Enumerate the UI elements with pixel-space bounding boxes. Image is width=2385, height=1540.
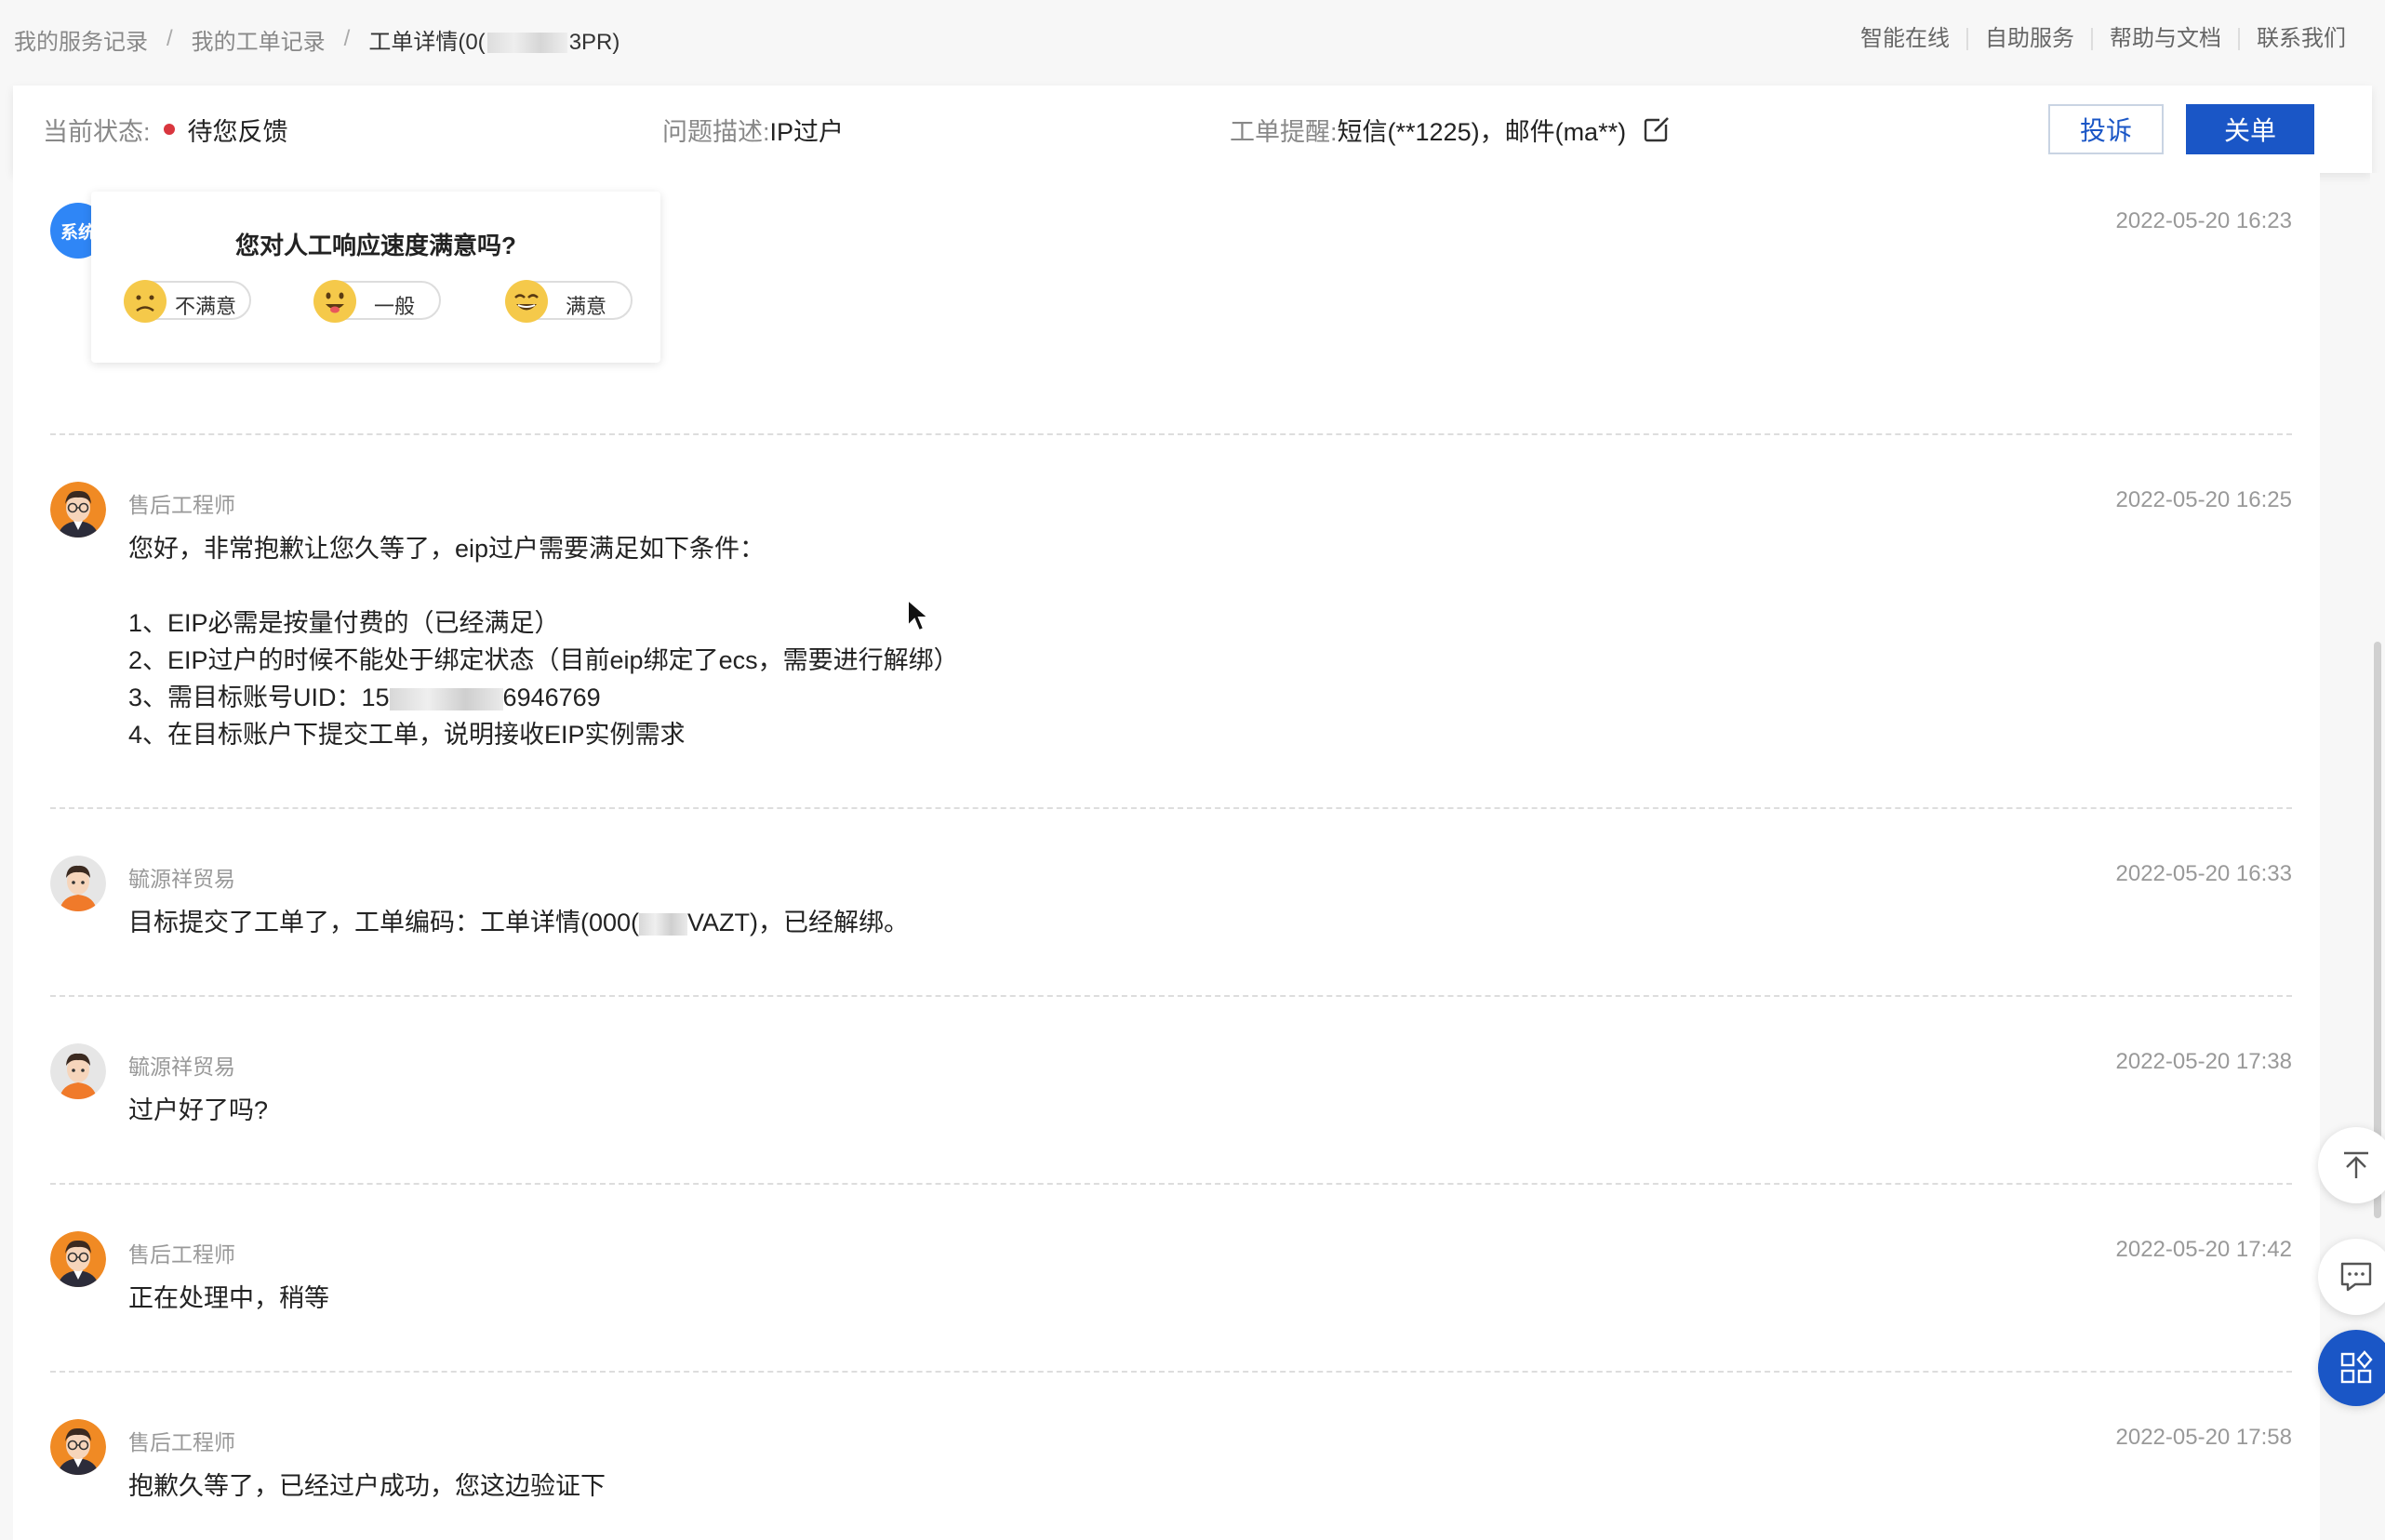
redacted-block (486, 33, 567, 54)
engineer-avatar (50, 1419, 106, 1475)
rating-label: 不满意 (175, 295, 237, 318)
message-text: 正在处理中，稍等 (128, 1284, 329, 1312)
message-text: 过户好了吗? (128, 1096, 269, 1124)
smile-face-icon (505, 280, 548, 323)
message-divider (50, 995, 2292, 997)
rating-neutral[interactable]: 一般 (313, 280, 441, 323)
ticket-status-bar: 当前状态: 待您反馈 问题描述: IP过户 工单提醒: 短信(**1225)，邮… (13, 86, 2372, 173)
message-divider (50, 807, 2292, 809)
message-engineer-3: 售后工程师 2022-05-20 17:58 抱歉久等了，已经过户成功，您这边验… (50, 1419, 2292, 1521)
survey-question: 您对人工响应速度满意吗? (235, 232, 516, 259)
redacted-block (389, 687, 503, 710)
message-customer-1: 毓源祥贸易 2022-05-20 16:33 目标提交了工单了，工单编码：工单详… (50, 856, 2292, 958)
breadcrumb-ticket-records[interactable]: 我的工单记录 (192, 23, 326, 56)
engineer-avatar (50, 482, 106, 538)
tongue-face-icon (313, 280, 356, 323)
message-time: 2022-05-20 16:25 (2115, 487, 2293, 512)
conversation-panel: 系统 2022-05-20 16:23 您对人工响应速度满意吗? 不满意 一般 … (13, 173, 2320, 1540)
message-divider (50, 433, 2292, 435)
message-engineer-1: 售后工程师 2022-05-20 16:25 您好，非常抱歉让您久等了，eip过… (50, 482, 2292, 798)
remind-value: 短信(**1225)，邮件(ma**) (1337, 117, 1627, 146)
top-nav: 智能在线 自助服务 帮助与文档 联系我们 (1844, 28, 2385, 50)
chat-button[interactable] (2318, 1239, 2385, 1315)
message-divider (50, 1371, 2292, 1373)
edit-icon[interactable] (1643, 115, 1672, 143)
uid-prefix: 3、需目标账号UID：15 (128, 684, 390, 711)
message-line: 您好，非常抱歉让您久等了，eip过户需要满足如下条件： (128, 535, 766, 563)
satisfaction-survey-card: 您对人工响应速度满意吗? 不满意 一般 满意 (91, 192, 660, 363)
message-time: 2022-05-20 16:23 (2115, 208, 2293, 233)
breadcrumb: 我的服务记录 / 我的工单记录 / 工单详情(0( 3PR) (0, 23, 620, 56)
breadcrumb-separator: / (167, 26, 173, 51)
apps-button[interactable] (2318, 1330, 2385, 1406)
back-to-top-button[interactable] (2318, 1127, 2385, 1203)
nav-self-service[interactable]: 自助服务 (1966, 28, 2091, 50)
ticket-reminder: 工单提醒: 短信(**1225)，邮件(ma**) (1230, 112, 1672, 148)
back-to-top-icon (2344, 1151, 2368, 1178)
sender-name: 售后工程师 (128, 493, 235, 517)
apps-icon (2340, 1350, 2373, 1384)
current-state: 当前状态: 待您反馈 (43, 112, 288, 148)
nav-smart-online[interactable]: 智能在线 (1844, 28, 1966, 50)
message-line: 4、在目标账户下提交工单，说明接收EIP实例需求 (128, 721, 686, 749)
breadcrumb-current-prefix: 工单详情(0( (368, 29, 486, 55)
nav-contact-us[interactable]: 联系我们 (2238, 28, 2363, 50)
state-label: 当前状态: (43, 117, 151, 146)
message-time: 2022-05-20 17:58 (2115, 1425, 2293, 1450)
breadcrumb-separator: / (343, 26, 351, 51)
message-line: 1、EIP必需是按量付费的（已经满足） (128, 609, 560, 637)
engineer-avatar (50, 1231, 106, 1287)
message-time: 2022-05-20 17:38 (2115, 1049, 2293, 1074)
message-text: 抱歉久等了，已经过户成功，您这边验证下 (128, 1472, 606, 1500)
sender-name: 毓源祥贸易 (128, 1055, 235, 1079)
sender-name: 售后工程师 (128, 1430, 235, 1454)
chat-icon (2340, 1262, 2372, 1292)
message-customer-2: 毓源祥贸易 2022-05-20 17:38 过户好了吗? (50, 1043, 2292, 1136)
uid-suffix: 6946769 (502, 684, 601, 711)
sender-name: 毓源祥贸易 (128, 867, 235, 891)
rating-satisfied[interactable]: 满意 (505, 280, 633, 323)
top-bar: 我的服务记录 / 我的工单记录 / 工单详情(0( 3PR) 智能在线 自助服务 … (0, 0, 2385, 78)
message-time: 2022-05-20 16:33 (2115, 861, 2293, 886)
rating-label: 一般 (374, 295, 416, 318)
message-time: 2022-05-20 17:42 (2115, 1237, 2293, 1262)
message-text-suffix: VAZT)，已经解绑。 (687, 909, 910, 936)
message-engineer-2: 售后工程师 2022-05-20 17:42 正在处理中，稍等 (50, 1231, 2292, 1324)
message-divider (50, 1183, 2292, 1185)
mouse-cursor-icon (907, 598, 930, 632)
rating-unsatisfied[interactable]: 不满意 (124, 280, 251, 323)
system-survey-message: 系统 2022-05-20 16:23 您对人工响应速度满意吗? 不满意 一般 … (50, 192, 2293, 417)
message-text: 目标提交了工单了，工单编码：工单详情(000( VAZT)，已经解绑。 (128, 904, 909, 941)
complain-button[interactable]: 投诉 (2048, 104, 2164, 154)
customer-avatar (50, 1043, 106, 1099)
breadcrumb-current: 工单详情(0( 3PR) (368, 23, 620, 56)
problem-description: 问题描述: IP过户 (662, 112, 844, 148)
message-text-prefix: 目标提交了工单了，工单编码：工单详情(000( (128, 909, 640, 936)
nav-help-docs[interactable]: 帮助与文档 (2091, 28, 2238, 50)
customer-avatar (50, 856, 106, 911)
status-dot (163, 124, 175, 135)
sad-face-icon (124, 280, 167, 323)
breadcrumb-current-suffix: 3PR) (568, 29, 620, 55)
remind-label: 工单提醒: (1230, 117, 1338, 146)
desc-value: IP过户 (769, 117, 845, 146)
sender-name: 售后工程师 (128, 1242, 235, 1267)
breadcrumb-service-records[interactable]: 我的服务记录 (14, 23, 148, 56)
message-line-uid: 3、需目标账号UID：15 6946769 (128, 679, 601, 716)
redacted-block (639, 912, 688, 936)
message-line: 2、EIP过户的时候不能处于绑定状态（目前eip绑定了ecs，需要进行解绑） (128, 646, 959, 674)
close-ticket-button[interactable]: 关单 (2186, 104, 2314, 154)
desc-label: 问题描述: (662, 117, 770, 146)
state-value: 待您反馈 (187, 117, 288, 146)
rating-label: 满意 (566, 295, 607, 318)
